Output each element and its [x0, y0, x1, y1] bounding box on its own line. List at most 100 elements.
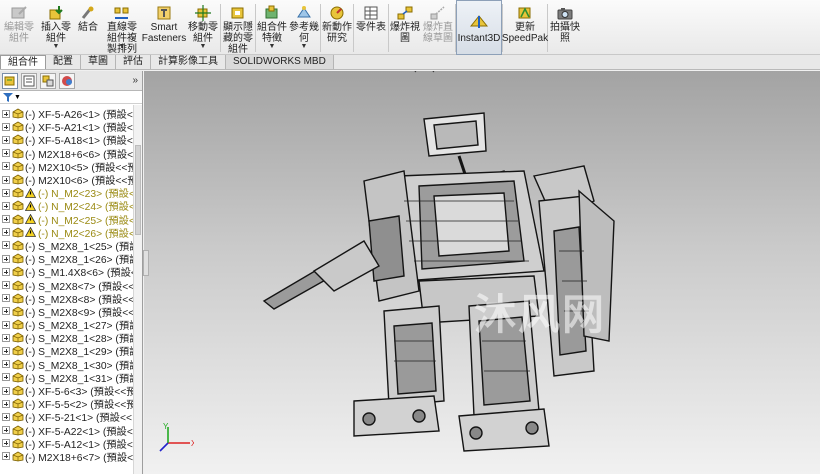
reference-geometry-button[interactable]: 參考幾 何 ▼ [288, 0, 320, 55]
tree-item[interactable]: (-) M2X10<5> (預設<<預 [0, 160, 142, 174]
expand-icon[interactable] [2, 346, 10, 355]
chevron-down-icon[interactable]: ▼ [269, 41, 276, 52]
expand-icon[interactable] [2, 201, 10, 210]
tree-item[interactable]: (-) M2X18+6<6> (預設< [0, 147, 142, 161]
expand-icon[interactable] [2, 122, 10, 131]
smart-fasteners-button[interactable]: Smart Fasteners [142, 0, 186, 55]
expand-icon[interactable] [2, 320, 10, 329]
assembly-features-button[interactable]: 組合件 特徵 ▼ [256, 0, 288, 55]
tree-item[interactable]: (-) M2X10<6> (預設<<預 [0, 173, 142, 187]
bom-button[interactable]: 零件表 [354, 0, 388, 55]
tree-item[interactable]: (-) XF-5-A18<1> (預設<< [0, 133, 142, 147]
tree-item[interactable]: (-) XF-5-5<2> (預設<<預 [0, 397, 142, 411]
tree-item[interactable]: (-) XF-5-A21<1> (預設<< [0, 120, 142, 134]
tree-item[interactable]: (-) XF-5-21<1> (預設<< [0, 410, 142, 424]
robot-assembly-model[interactable] [254, 101, 714, 456]
linear-pattern-button[interactable]: 直線零 組件複 製排列 ▼ [102, 0, 142, 55]
expand-icon[interactable] [2, 360, 10, 369]
filter-icon [3, 92, 13, 102]
update-speedpak-button[interactable]: 更新 SpeedPak [502, 0, 548, 55]
tree-item[interactable]: (-) XF-5-A22<1> (預設<< [0, 424, 142, 438]
instant3d-button[interactable]: Instant3D [456, 0, 502, 55]
configuration-manager-tab[interactable] [40, 72, 56, 89]
expand-icon[interactable] [2, 149, 10, 158]
tree-item[interactable]: (-) XF-5-A12<1> (預設<< [0, 437, 142, 451]
expand-icon[interactable] [2, 373, 10, 382]
graphics-area[interactable]: 沐风网 X Y [144, 71, 820, 474]
tree-item[interactable]: (-) XF-5-6<3> (預設<<預 [0, 384, 142, 398]
show-hidden-components-button[interactable]: 顯示隱 藏的零 組件 [221, 0, 255, 55]
mate-button[interactable]: 結合 [74, 0, 102, 55]
tree-item[interactable]: (-) S_M2X8<7> (預設<< [0, 278, 142, 293]
expand-icon[interactable] [2, 175, 10, 184]
panel-expand-icon[interactable]: » [132, 75, 138, 86]
tree-item[interactable]: (-) M2X18+6<7> (預設< [0, 450, 142, 464]
tree-item[interactable]: (-) S_M2X8_1<25> (預設 [0, 239, 142, 253]
edit-component-button[interactable]: 編輯零 組件 [0, 0, 38, 55]
chevron-down-icon[interactable]: ▼ [119, 41, 126, 52]
tree-item[interactable]: (-) S_M1.4X8<6> (預設< [0, 265, 142, 279]
tree-item[interactable]: (-) S_M2X8<8> (預設<< [0, 292, 142, 306]
tree-item[interactable]: (-) N_M2<25> (預設<< [0, 213, 142, 227]
expand-icon[interactable] [2, 452, 10, 461]
property-manager-tab[interactable] [21, 72, 37, 89]
chevron-down-icon[interactable]: ▼ [301, 41, 308, 52]
insert-component-icon [49, 6, 63, 20]
insert-component-button[interactable]: 插入零 組件 ▼ [38, 0, 74, 55]
expand-icon[interactable] [2, 294, 10, 303]
chevron-down-icon[interactable]: ▼ [200, 41, 207, 52]
take-snapshot-button[interactable]: 拍攝快 照 [548, 0, 582, 55]
watermark: 沐风网 [474, 290, 607, 339]
expand-icon[interactable] [2, 215, 10, 224]
expand-icon[interactable] [2, 228, 10, 237]
expand-icon[interactable] [2, 307, 10, 316]
expand-icon[interactable] [2, 333, 10, 342]
zoom-to-area-icon[interactable] [424, 71, 435, 73]
tree-item[interactable]: (-) S_M2X8_1<28> (預設 [0, 331, 142, 345]
chevron-down-icon[interactable]: ▼ [53, 41, 60, 52]
expand-icon[interactable] [2, 267, 10, 276]
feature-manager-tab[interactable] [2, 72, 18, 89]
tree-item[interactable]: (-) N_M2<26> (預設<< [0, 226, 142, 240]
tree-item[interactable]: (-) N_M2<23> (預設<< [0, 186, 142, 200]
expand-icon[interactable] [2, 109, 10, 118]
tree-item[interactable]: (-) S_M2X8_1<27> (預設 [0, 318, 142, 332]
expand-icon[interactable] [2, 254, 10, 263]
tree-item[interactable]: (-) XF-5-A26<1> (預設<< [0, 107, 142, 121]
tree-scrollbar[interactable] [133, 105, 142, 474]
tab-assembly[interactable]: 組合件 [0, 55, 46, 69]
expand-icon[interactable] [2, 386, 10, 395]
part-icon [12, 135, 24, 145]
exploded-view-button[interactable]: 爆炸視 圖 [389, 0, 421, 55]
move-component-button[interactable]: 移動零 組件 ▼ [186, 0, 220, 55]
panel-splitter[interactable] [143, 250, 149, 276]
expand-icon[interactable] [2, 426, 10, 435]
explode-line-sketch-button[interactable]: 爆炸直 線草圖 [421, 0, 455, 55]
tab-render-tools[interactable]: 計算影像工具 [151, 55, 226, 69]
part-icon [12, 332, 24, 343]
tree-item[interactable]: (-) S_M2X8_1<29> (預設 [0, 344, 142, 358]
tree-item[interactable]: (-) N_M2<24> (預設<< [0, 199, 142, 213]
tree-item[interactable]: (-) S_M2X8<9> (預設<< [0, 305, 142, 319]
tab-solidworks-mbd[interactable]: SOLIDWORKS MBD [226, 55, 334, 69]
expand-icon[interactable] [2, 399, 10, 408]
tree-filter[interactable]: ▼ [0, 91, 142, 104]
tree-item[interactable]: (-) S_M2X8_1<31> (預設 [0, 371, 142, 385]
tree-item[interactable]: (-) S_M2X8_1<26> (預設 [0, 252, 142, 266]
expand-icon[interactable] [2, 412, 10, 421]
new-motion-study-button[interactable]: 新動作 研究 [321, 0, 353, 55]
expand-icon[interactable] [2, 241, 10, 250]
display-manager-tab[interactable] [59, 72, 75, 89]
expand-icon[interactable] [2, 135, 10, 144]
tab-configuration[interactable]: 配置 [46, 55, 81, 69]
expand-icon[interactable] [2, 281, 10, 290]
expand-icon[interactable] [2, 188, 10, 197]
scrollbar-thumb[interactable] [135, 145, 141, 235]
chevron-down-icon[interactable]: ▼ [14, 94, 21, 101]
tab-evaluate[interactable]: 評估 [116, 55, 151, 69]
expand-icon[interactable] [2, 439, 10, 448]
expand-icon[interactable] [2, 162, 10, 171]
zoom-to-fit-icon[interactable] [406, 71, 417, 73]
tab-sketch[interactable]: 草圖 [81, 55, 116, 69]
tree-item[interactable]: (-) S_M2X8_1<30> (預設 [0, 358, 142, 372]
